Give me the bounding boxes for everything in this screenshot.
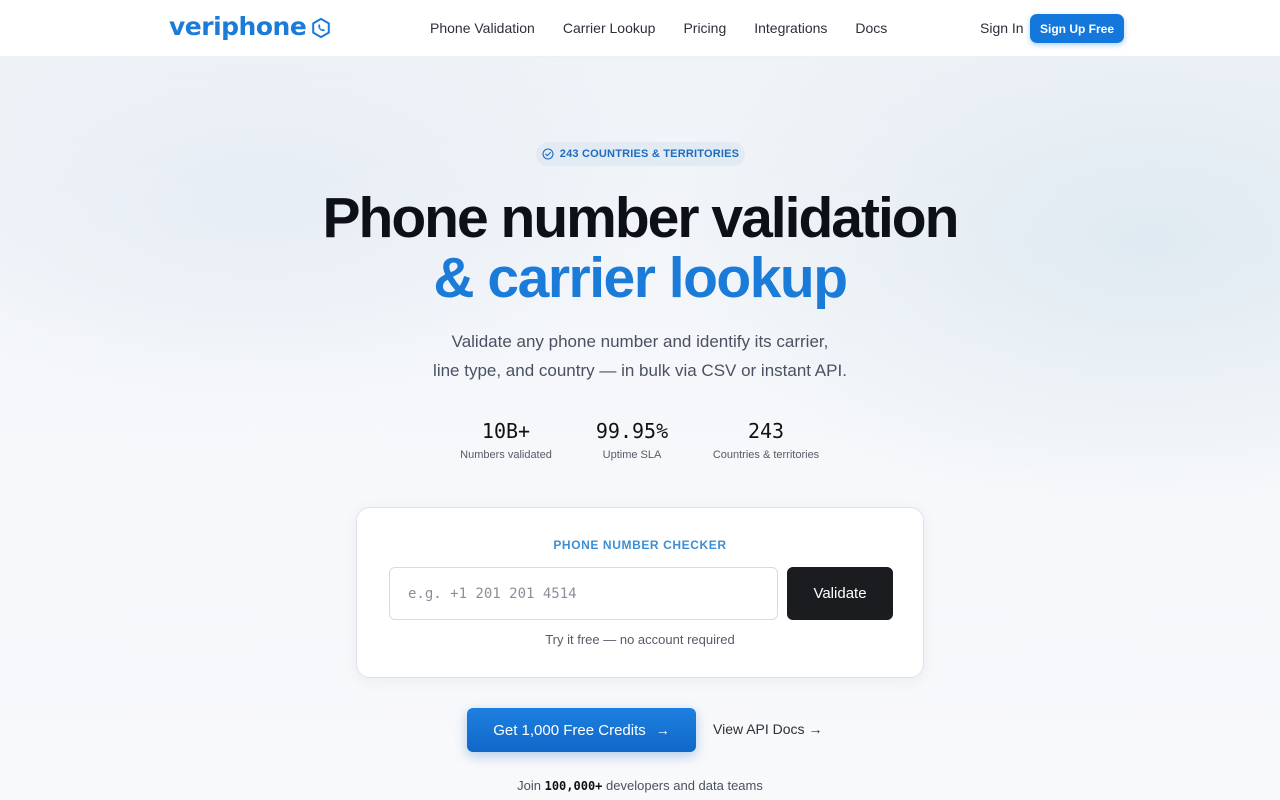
coverage-badge: 243 COUNTRIES & TERRITORIES	[536, 142, 745, 166]
hero-background	[0, 0, 1280, 800]
join-count: 100,000+	[544, 779, 603, 793]
get-free-credits-label: Get 1,000 Free Credits	[493, 721, 646, 739]
stat-uptime-sla: 99.95% Uptime SLA	[582, 418, 682, 461]
stat-label: Countries & territories	[712, 449, 820, 461]
validate-button[interactable]: Validate	[787, 567, 893, 620]
nav-link-docs[interactable]: Docs	[855, 20, 887, 36]
hero-subtitle-line-1: Validate any phone number and identify i…	[451, 332, 829, 351]
check-circle-icon	[542, 148, 554, 160]
brand-logo[interactable]: veriphone	[169, 12, 332, 41]
stat-countries: 243 Countries & territories	[706, 418, 826, 461]
get-free-credits-button[interactable]: Get 1,000 Free Credits →	[467, 708, 696, 752]
stats-row: 10B+ Numbers validated 99.95% Uptime SLA…	[0, 418, 1280, 468]
phone-hexagon-icon	[312, 17, 331, 38]
hero-subtitle: Validate any phone number and identify i…	[0, 327, 1280, 385]
phone-checker-note: Try it free — no account required	[545, 632, 735, 647]
hero-subtitle-line-2: line type, and country — in bulk via CSV…	[433, 361, 847, 380]
hero-title-accent: & carrier lookup	[433, 246, 848, 310]
nav-link-pricing[interactable]: Pricing	[683, 20, 726, 36]
coverage-badge-label: 243 COUNTRIES & TERRITORIES	[559, 148, 740, 160]
nav-link-integrations[interactable]: Integrations	[754, 20, 827, 36]
top-navigation: veriphone Phone Validation Carrier Looku…	[0, 0, 1280, 57]
sign-up-button[interactable]: Sign Up Free	[1030, 14, 1124, 43]
phone-number-input[interactable]	[389, 567, 778, 620]
stat-value: 10B+	[481, 419, 531, 443]
primary-nav: Phone Validation Carrier Lookup Pricing …	[430, 20, 887, 36]
hero-title: Phone number validation	[322, 186, 960, 250]
stat-value: 243	[747, 419, 785, 443]
phone-checker-card: PHONE NUMBER CHECKER Validate Try it fre…	[356, 507, 924, 678]
nav-link-carrier-lookup[interactable]: Carrier Lookup	[563, 20, 656, 36]
join-suffix: developers and data teams	[606, 778, 763, 793]
phone-checker-title: PHONE NUMBER CHECKER	[553, 538, 727, 552]
social-proof-line: Join 100,000+ developers and data teams	[0, 778, 1280, 793]
stat-value: 99.95%	[595, 419, 669, 443]
stat-numbers-validated: 10B+ Numbers validated	[456, 418, 556, 461]
brand-name: veriphone	[169, 12, 307, 41]
stat-label: Uptime SLA	[602, 449, 662, 461]
view-api-docs-link[interactable]: View API Docs →	[713, 721, 822, 737]
join-prefix: Join	[517, 778, 541, 793]
arrow-right-icon: →	[655, 722, 670, 738]
sign-in-link[interactable]: Sign In	[980, 20, 1024, 36]
nav-link-phone-validation[interactable]: Phone Validation	[430, 20, 535, 36]
stat-label: Numbers validated	[460, 449, 552, 461]
